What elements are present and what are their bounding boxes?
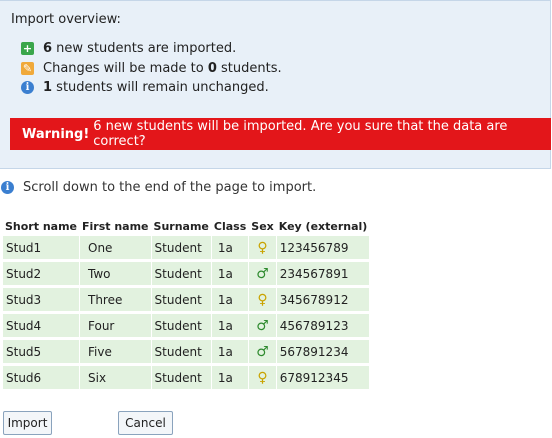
- warning-label: Warning!: [22, 126, 90, 142]
- first-name-cell: Three: [80, 288, 151, 311]
- short-name-cell: Stud3: [3, 288, 79, 311]
- changes-prefix: Changes will be made to: [43, 61, 208, 76]
- class-cell: 1a: [211, 236, 249, 259]
- sex-cell: ♂: [249, 314, 276, 337]
- scroll-note-text: Scroll down to the end of the page to im…: [23, 180, 317, 195]
- class-cell: 1a: [211, 262, 249, 285]
- table-row: Stud5 Five Student 1a ♂ 567891234: [3, 340, 370, 363]
- class-cell: 1a: [211, 288, 249, 311]
- female-icon: ♀: [257, 239, 268, 256]
- header-short-name: Short name: [5, 219, 77, 233]
- surname-cell: Student: [151, 340, 211, 363]
- changes-text: students.: [216, 61, 282, 76]
- first-name-cell: Two: [80, 262, 151, 285]
- first-name-cell: One: [80, 236, 151, 259]
- header-class: Class: [213, 219, 247, 233]
- header-sex: Sex: [251, 219, 274, 233]
- table-row: Stud1 One Student 1a ♀ 123456789: [3, 236, 370, 259]
- table-row: Stud2 Two Student 1a ♂ 234567891: [3, 262, 370, 285]
- surname-cell: Student: [151, 288, 211, 311]
- info-icon: i: [21, 81, 34, 94]
- unchanged-line: i 1 students will remain unchanged.: [21, 80, 269, 95]
- surname-cell: Student: [151, 262, 211, 285]
- header-surname: Surname: [153, 219, 209, 233]
- key-cell: 345678912: [276, 288, 370, 311]
- sex-cell: ♂: [249, 262, 276, 285]
- class-cell: 1a: [211, 366, 249, 389]
- import-overview-panel: Import overview: + 6 new students are im…: [0, 0, 551, 169]
- short-name-cell: Stud6: [3, 366, 79, 389]
- sex-cell: ♂: [249, 340, 276, 363]
- sex-cell: ♀: [249, 288, 276, 311]
- new-students-line: + 6 new students are imported.: [21, 41, 236, 56]
- table-header-row: Short name First name Surname Class Sex …: [3, 219, 369, 233]
- new-text: new students are imported.: [52, 41, 237, 56]
- first-name-cell: Five: [80, 340, 151, 363]
- header-first-name: First name: [82, 219, 149, 233]
- header-key: Key (external): [278, 219, 368, 233]
- class-cell: 1a: [211, 314, 249, 337]
- first-name-cell: Six: [80, 366, 151, 389]
- table-row: Stud3 Three Student 1a ♀ 345678912: [3, 288, 370, 311]
- male-icon: ♂: [256, 317, 269, 334]
- changes-count: 0: [207, 61, 217, 76]
- key-cell: 123456789: [276, 236, 370, 259]
- scroll-note: i Scroll down to the end of the page to …: [1, 180, 316, 195]
- pencil-icon: ✎: [21, 62, 34, 75]
- class-cell: 1a: [211, 340, 249, 363]
- warning-text: 6 new students will be imported. Are you…: [93, 119, 508, 149]
- female-icon: ♀: [257, 369, 268, 386]
- table-row: Stud6 Six Student 1a ♀ 678912345: [3, 366, 370, 389]
- male-icon: ♂: [256, 265, 269, 282]
- overview-title: Import overview:: [11, 12, 121, 27]
- key-cell: 678912345: [276, 366, 370, 389]
- unchanged-text: students will remain unchanged.: [52, 80, 269, 95]
- short-name-cell: Stud1: [3, 236, 79, 259]
- surname-cell: Student: [151, 314, 211, 337]
- changes-line: ✎ Changes will be made to 0 students.: [21, 61, 282, 76]
- surname-cell: Student: [151, 236, 211, 259]
- short-name-cell: Stud5: [3, 340, 79, 363]
- male-icon: ♂: [256, 343, 269, 360]
- new-count: 6: [43, 41, 53, 56]
- female-icon: ♀: [257, 291, 268, 308]
- short-name-cell: Stud2: [3, 262, 79, 285]
- warning-banner: Warning! 6 new students will be imported…: [10, 118, 551, 150]
- info-icon: i: [1, 181, 14, 194]
- surname-cell: Student: [151, 366, 211, 389]
- key-cell: 234567891: [276, 262, 370, 285]
- short-name-cell: Stud4: [3, 314, 79, 337]
- first-name-cell: Four: [80, 314, 151, 337]
- cancel-button[interactable]: Cancel: [118, 411, 173, 435]
- students-table: Short name First name Surname Class Sex …: [2, 216, 370, 392]
- table-row: Stud4 Four Student 1a ♂ 456789123: [3, 314, 370, 337]
- key-cell: 567891234: [276, 340, 370, 363]
- plus-icon: +: [21, 42, 34, 55]
- unchanged-count: 1: [43, 80, 53, 95]
- import-button[interactable]: Import: [3, 411, 52, 435]
- key-cell: 456789123: [276, 314, 370, 337]
- sex-cell: ♀: [249, 366, 276, 389]
- sex-cell: ♀: [249, 236, 276, 259]
